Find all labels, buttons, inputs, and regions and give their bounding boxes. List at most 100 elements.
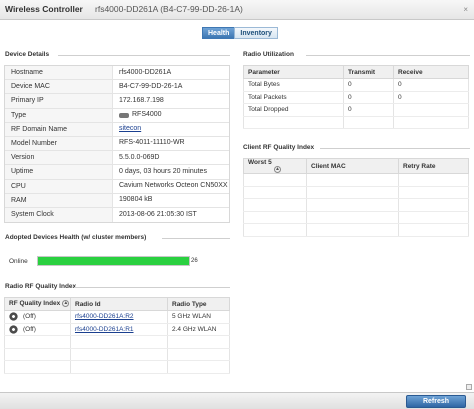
table-cell — [306, 198, 399, 212]
table-row: Total Dropped 0 — [243, 103, 469, 117]
table-cell — [398, 211, 469, 225]
window-title: Wireless Controller — [5, 4, 83, 14]
row-value: Cavium Networks Octeon CN50XX V0. — [119, 182, 229, 189]
radio-rf-table: RF Quality Index ▲ Radio Id Radio Type (O… — [4, 297, 230, 374]
table-row: Hostname rfs4000-DD261A — [5, 66, 229, 81]
table-cell — [393, 116, 469, 129]
footer-bar: Refresh — [0, 392, 474, 409]
column-header[interactable]: Radio Type — [167, 297, 230, 311]
table-cell — [343, 116, 394, 129]
online-health-bar — [37, 256, 190, 266]
table-row: Model Number RFS-4011-11110-WR — [5, 136, 229, 152]
column-header[interactable]: RF Quality Index ▲ — [4, 297, 71, 311]
rf-domain-link[interactable]: sitecon — [119, 123, 141, 136]
radio-status-icon — [9, 324, 18, 334]
table-cell — [70, 360, 168, 374]
row-key: Model Number — [5, 136, 113, 151]
table-cell: (Off) — [4, 323, 71, 336]
table-row: RAM 190804 kB — [5, 193, 229, 208]
row-key: RAM — [5, 193, 113, 207]
table-cell: Total Packets — [243, 91, 344, 104]
online-health-bar-fill — [38, 257, 189, 265]
table-cell: rfs4000-DD261A:R2 — [70, 310, 168, 324]
table-cell: 0 — [343, 78, 394, 92]
section-divider — [162, 238, 230, 239]
table-header-row: RF Quality Index ▲ Radio Id Radio Type — [4, 297, 230, 311]
table-row: RF Domain Name sitecon — [5, 122, 229, 137]
radio-utilization-heading: Radio Utilization — [243, 51, 294, 58]
device-subtitle: rfs4000-DD261A (B4-C7-99-DD-26-1A) — [95, 4, 243, 14]
column-header[interactable]: Radio Id — [70, 297, 168, 311]
table-cell — [243, 173, 307, 187]
table-row[interactable]: (Off) rfs4000-DD261A:R1 2.4 GHz WLAN — [4, 323, 230, 336]
table-row — [243, 223, 469, 237]
column-header[interactable]: Transmit — [343, 65, 394, 79]
table-cell — [243, 116, 344, 129]
table-cell — [70, 335, 168, 349]
resize-handle[interactable] — [466, 384, 472, 390]
device-type-value: RFS4000 — [132, 111, 162, 119]
column-header[interactable]: Receive — [393, 65, 469, 79]
column-label: Worst 5 — [248, 159, 272, 166]
radio-status-icon — [9, 312, 18, 322]
column-header[interactable]: Client MAC — [306, 157, 399, 175]
table-cell — [243, 186, 307, 200]
column-header[interactable]: Parameter — [243, 65, 344, 79]
column-header[interactable]: Retry Rate — [398, 157, 469, 175]
table-cell — [243, 223, 307, 237]
table-row: CPU Cavium Networks Octeon CN50XX V0. — [5, 179, 229, 194]
sort-icon[interactable]: ▲ — [274, 166, 281, 173]
table-cell — [393, 103, 469, 117]
table-cell: 5 GHz WLAN — [167, 310, 230, 324]
table-row: Total Bytes 0 0 — [243, 78, 469, 92]
radio-id-link[interactable]: rfs4000-DD261A:R1 — [75, 326, 134, 333]
online-label: Online — [9, 258, 28, 265]
table-row: Uptime 0 days, 03 hours 20 minutes — [5, 165, 229, 180]
table-header-row: Worst 5 ▲ Client MAC Retry Rate — [243, 157, 469, 175]
table-row: System Clock 2013-08-06 21:05:30 IST — [5, 207, 229, 223]
row-key: Type — [5, 108, 113, 122]
table-cell — [70, 348, 168, 361]
column-header[interactable]: Worst 5 ▲ — [243, 157, 307, 175]
refresh-button[interactable]: Refresh — [406, 395, 466, 408]
row-value: sitecon — [113, 123, 229, 136]
access-point-icon — [119, 112, 129, 118]
quality-value: (Off) — [23, 325, 36, 333]
sort-icon[interactable]: ▲ — [62, 300, 70, 308]
client-rf-heading: Client RF Quality Index — [243, 144, 315, 151]
row-value: rfs4000-DD261A — [119, 68, 172, 76]
table-cell — [398, 186, 469, 200]
section-divider — [320, 148, 470, 149]
radio-id-link[interactable]: rfs4000-DD261A:R2 — [75, 313, 134, 320]
table-cell: Total Dropped — [243, 103, 344, 117]
device-details-table: Hostname rfs4000-DD261A Device MAC B4-C7… — [4, 65, 230, 224]
online-count: 26 — [191, 258, 198, 264]
table-cell — [4, 360, 71, 374]
table-cell — [398, 198, 469, 212]
row-value: 5.5.0.0-069D — [119, 153, 160, 161]
table-cell: Total Bytes — [243, 78, 344, 92]
table-cell: (Off) — [4, 310, 71, 324]
table-row — [243, 211, 469, 225]
table-row[interactable]: (Off) rfs4000-DD261A:R2 5 GHz WLAN — [4, 310, 230, 324]
table-cell — [306, 173, 399, 187]
tab-inventory[interactable]: Inventory — [234, 27, 278, 39]
close-icon[interactable]: × — [463, 5, 468, 14]
table-cell: 0 — [393, 91, 469, 104]
table-cell — [167, 360, 230, 374]
row-value: 190804 kB — [119, 196, 153, 204]
table-cell: 0 — [343, 91, 394, 104]
section-divider — [306, 55, 470, 56]
table-cell — [4, 348, 71, 361]
quality-value: (Off) — [23, 313, 36, 321]
tab-health[interactable]: Health — [202, 27, 236, 39]
row-value: B4-C7-99-DD-26-1A — [119, 82, 183, 90]
row-key: Uptime — [5, 165, 113, 179]
table-cell — [306, 223, 399, 237]
adopted-devices-heading: Adopted Devices Health (w/ cluster membe… — [5, 234, 147, 241]
table-row — [243, 173, 469, 187]
row-key: Device MAC — [5, 80, 113, 94]
radio-rf-heading: Radio RF Quality Index — [5, 283, 77, 290]
device-details-heading: Device Details — [5, 51, 50, 58]
row-key: RF Domain Name — [5, 122, 113, 136]
